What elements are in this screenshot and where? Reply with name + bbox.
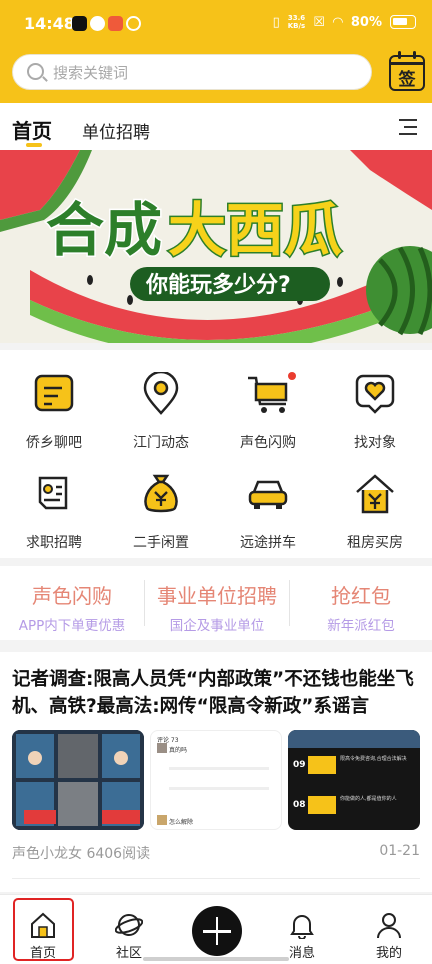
grid-item-housing[interactable]: 租房买房: [335, 454, 415, 551]
net-speed-unit: KB/s: [287, 22, 306, 30]
user-icon: [377, 913, 401, 939]
promo-title: 抢红包: [331, 584, 391, 608]
planet-icon: [115, 914, 143, 936]
grid-item-jobs[interactable]: 求职招聘: [14, 454, 94, 551]
watermelon-banner-art: 合成 大西瓜 你能玩多少分?: [0, 150, 432, 343]
battery-percent: 80%: [350, 14, 382, 30]
grid-item-dating[interactable]: 找对象: [335, 354, 415, 451]
car-icon: [248, 480, 288, 509]
tab-home[interactable]: 首页: [12, 115, 52, 144]
location-pin-icon: [143, 372, 179, 415]
nav-profile[interactable]: 我的: [354, 895, 424, 964]
photo-strip: [288, 730, 420, 748]
active-tab-indicator: [26, 143, 42, 147]
avatar: [157, 743, 167, 753]
search-bar[interactable]: [12, 54, 372, 90]
promo-subtitle: 新年派红包: [327, 618, 395, 634]
article-author-views: 声色小龙女 6406阅读: [12, 846, 151, 862]
row-text: 你能做的人,都是值你的人: [340, 796, 397, 802]
selection-highlight: [13, 898, 74, 961]
vibrate-icon: ▯: [272, 14, 280, 30]
badge-dot: [288, 372, 296, 380]
search-icon: [27, 63, 44, 80]
net-speed: 33.6 KB/s: [288, 14, 305, 30]
grid-item-carpool[interactable]: 远途拼车: [228, 454, 308, 551]
avatar: [157, 815, 167, 825]
reply-text: 怎么解除: [169, 819, 194, 826]
row-text: 限高令免费咨询,合理合法解决: [340, 756, 407, 762]
grid-item-label: 声色闪购: [240, 435, 296, 451]
signin-label: 签: [398, 70, 416, 90]
list-line: [169, 787, 269, 790]
status-bar: 14:48 ▯ 33.6 KB/s ☒ ◠ 80%: [0, 0, 432, 46]
app-notification-icon: [108, 16, 123, 31]
nav-label: 我的: [375, 946, 402, 961]
promo-subtitle: 国企及事业单位: [169, 618, 265, 634]
grid-item-label: 租房买房: [347, 535, 403, 551]
banner-title-green: 合成: [46, 196, 162, 264]
article-thumbnail-3: 09 限高令免费咨询,合理合法解决 08 你能做的人,都是值你的人: [288, 730, 420, 830]
banner-subtitle: 你能玩多少分?: [145, 272, 291, 298]
article-date: 01-21: [379, 843, 420, 859]
grid-item-label: 远途拼车: [240, 535, 296, 551]
search-input[interactable]: [53, 62, 353, 84]
house-yuan-icon: [356, 474, 394, 514]
divider: [12, 878, 420, 879]
grid-item-chat[interactable]: 侨乡聊吧: [14, 354, 94, 451]
promo-strip: 声色闪购 APP内下单更优惠 事业单位招聘 国企及事业单位 抢红包 新年派红包: [0, 566, 432, 640]
sticker: [308, 756, 336, 774]
grid-item-label: 侨乡聊吧: [26, 435, 82, 451]
net-speed-value: 33.6: [287, 14, 306, 22]
time-label: 08: [293, 800, 306, 810]
publish-plus-button[interactable]: [192, 906, 242, 956]
banner[interactable]: 合成 大西瓜 你能玩多少分?: [0, 150, 432, 343]
sticker: [308, 796, 336, 814]
app-header: 14:48 ▯ 33.6 KB/s ☒ ◠ 80% 签: [0, 0, 432, 103]
wifi-icon: ◠: [332, 14, 343, 30]
gesture-bar: [143, 957, 289, 961]
promo-title: 声色闪购: [32, 584, 112, 608]
tab-jobs[interactable]: 单位招聘: [82, 118, 150, 143]
article-card[interactable]: 记者调查:限高人员凭“内部政策”不还钱也能坐飞机、高铁?最高法:网传“限高令新政…: [0, 652, 432, 892]
grid-item-secondhand[interactable]: 二手闲置: [121, 454, 201, 551]
nav-community[interactable]: 社区: [94, 895, 164, 964]
article-title[interactable]: 记者调查:限高人员凭“内部政策”不还钱也能坐飞机、高铁?最高法:网传“限高令新政…: [12, 666, 422, 720]
grid-item-label: 找对象: [354, 435, 396, 451]
grid-item-flash-sale[interactable]: 声色闪购: [228, 354, 308, 451]
promo-flash-sale[interactable]: 声色闪购 APP内下单更优惠: [0, 566, 144, 640]
news-collage-image: [12, 730, 144, 830]
tiktok-icon: [72, 16, 87, 31]
time-label: 09: [293, 760, 306, 770]
resume-icon: [38, 476, 68, 510]
article-thumbnail-1: [12, 730, 144, 830]
promo-title: 事业单位招聘: [157, 584, 277, 608]
status-time: 14:48: [24, 14, 75, 33]
cloud-icon: [90, 16, 105, 31]
battery-icon: [390, 15, 416, 29]
daily-signin-button[interactable]: 签: [389, 51, 425, 91]
feature-grid: 侨乡聊吧 江门动态 声色闪购 找对象 求职招聘 二手闲置 远途拼车 租房买房: [0, 350, 432, 558]
bell-icon: [290, 915, 314, 939]
article-thumbnail-2: 评论 73 真的吗 怎么解除: [150, 730, 282, 830]
top-tabs: 首页 单位招聘: [0, 103, 432, 150]
list-line: [169, 767, 269, 770]
promo-subtitle: APP内下单更优惠: [18, 618, 126, 634]
grid-item-label: 江门动态: [133, 435, 189, 451]
banner-title-yellow: 大西瓜: [168, 196, 342, 264]
grid-item-news[interactable]: 江门动态: [121, 354, 201, 451]
promo-red-packet[interactable]: 抢红包 新年派红包: [290, 566, 432, 640]
nav-messages[interactable]: 消息: [267, 895, 337, 964]
shopping-cart-icon: [248, 372, 296, 413]
no-sim-icon: ☒: [313, 14, 325, 30]
chat-note-icon: [34, 374, 74, 412]
grid-item-label: 二手闲置: [133, 535, 189, 551]
link-icon: [126, 16, 141, 31]
status-right: ▯ 33.6 KB/s ☒ ◠ 80%: [273, 14, 416, 30]
money-bag-icon: [144, 474, 178, 513]
promo-public-jobs[interactable]: 事业单位招聘 国企及事业单位: [145, 566, 289, 640]
grid-item-label: 求职招聘: [26, 535, 82, 551]
reply-text: 真的吗: [169, 747, 188, 754]
menu-icon[interactable]: [399, 119, 417, 135]
heart-chat-icon: [355, 374, 395, 414]
